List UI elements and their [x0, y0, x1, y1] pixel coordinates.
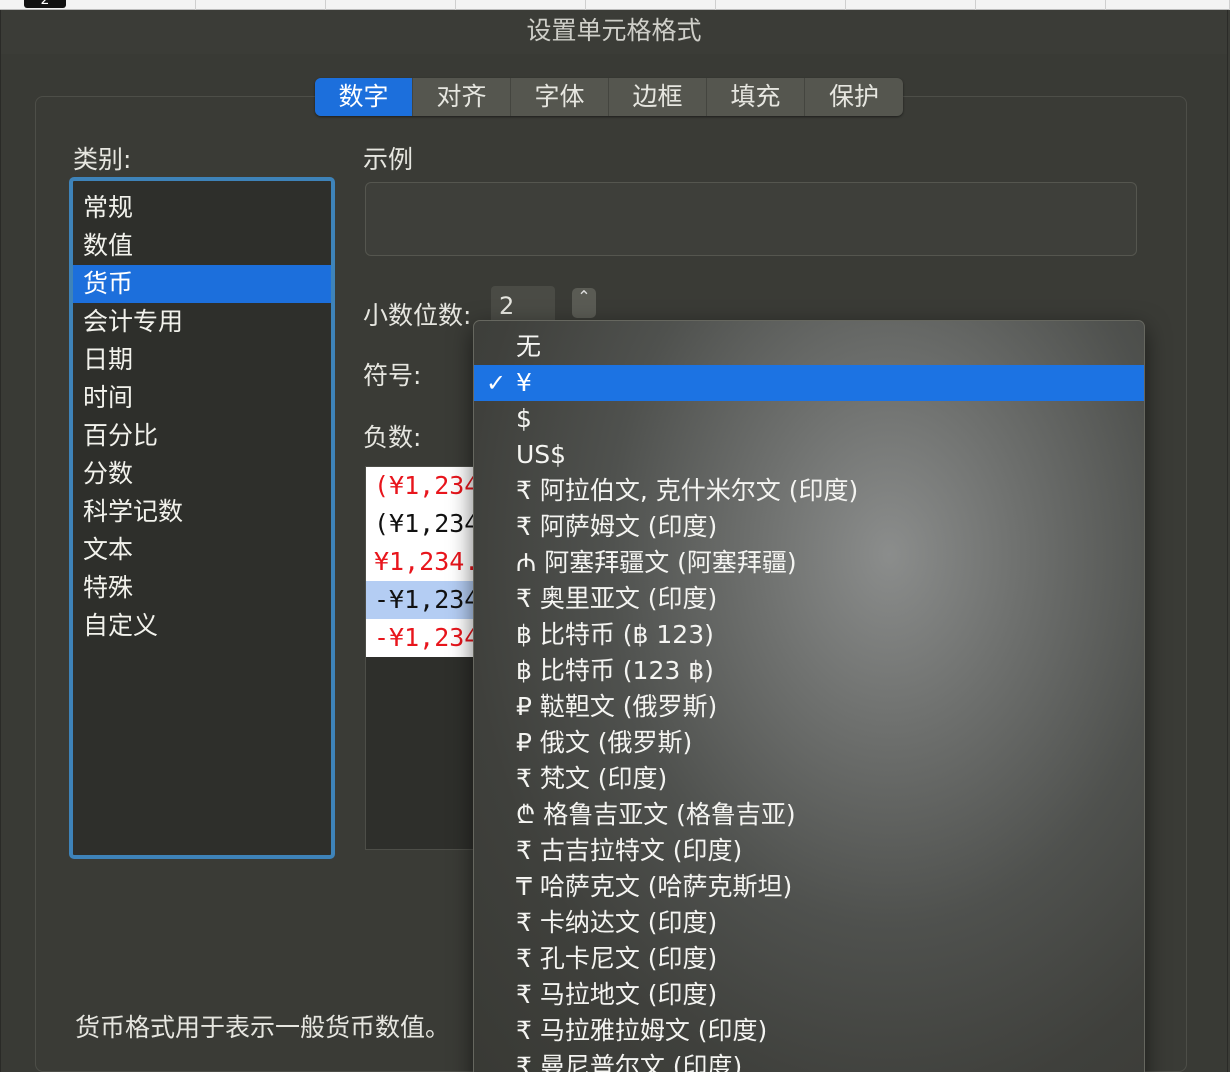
sheet-cell[interactable] — [1106, 0, 1230, 10]
currency-symbol-option-label: ₹ 马拉雅拉姆文 (印度) — [516, 1016, 768, 1045]
spreadsheet-header-strip: 2 — [0, 0, 1230, 10]
currency-symbol-option[interactable]: ₹ 马拉地文 (印度) — [474, 977, 1144, 1013]
category-item[interactable]: 文本 — [73, 531, 331, 569]
currency-symbol-option-label: ₹ 曼尼普尔文 (印度) — [516, 1052, 743, 1072]
sheet-cell[interactable] — [196, 0, 326, 10]
category-item[interactable]: 货币 — [73, 265, 331, 303]
currency-symbol-option[interactable]: ₾ 格鲁吉亚文 (格鲁吉亚) — [474, 797, 1144, 833]
format-cells-dialog: 设置单元格格式 数字 对齐 字体 边框 填充 保护 类别: 常规 数值 货币 会计专用 日期 时间百… — [0, 10, 1228, 1072]
category-label: 类别: — [73, 145, 132, 174]
sheet-cell[interactable] — [976, 0, 1106, 10]
currency-symbol-option-label: ₹ 奥里亚文 (印度) — [516, 584, 718, 613]
currency-symbol-option[interactable]: ฿ 比特币 (฿ 123) — [474, 617, 1144, 653]
currency-symbol-option[interactable]: ₽ 鞑靼文 (俄罗斯) — [474, 689, 1144, 725]
sheet-cell[interactable] — [716, 0, 846, 10]
tab-3[interactable]: 边框 — [609, 78, 707, 116]
currency-symbol-option-label: ¥ — [516, 368, 532, 397]
currency-symbol-option-label: ₽ 俄文 (俄罗斯) — [516, 728, 693, 757]
negative-numbers-label: 负数: — [363, 423, 422, 452]
currency-symbol-option[interactable]: ₹ 奥里亚文 (印度) — [474, 581, 1144, 617]
category-item[interactable]: 自定义 — [73, 607, 331, 645]
currency-symbol-option-label: ₼ 阿塞拜疆文 (阿塞拜疆) — [516, 548, 797, 577]
sheet-cell[interactable] — [326, 0, 456, 10]
currency-symbol-option[interactable]: ฿ 比特币 (123 ฿) — [474, 653, 1144, 689]
category-list[interactable]: 常规 数值 货币 会计专用 日期 时间 百分比 分数 科学记数 文本 特殊 自定义 — [69, 177, 335, 859]
currency-symbol-option-label: ₸ 哈萨克文 (哈萨克斯坦) — [516, 872, 793, 901]
currency-symbol-option-label: ₾ 格鲁吉亚文 (格鲁吉亚) — [516, 800, 796, 829]
currency-symbol-option-label: ₹ 卡纳达文 (印度) — [516, 908, 718, 937]
category-item[interactable]: 会计专用 — [73, 303, 331, 341]
currency-symbol-option-label: ฿ 比特币 (฿ 123) — [516, 620, 714, 649]
currency-symbol-option[interactable]: ₹ 阿拉伯文, 克什米尔文 (印度) — [474, 473, 1144, 509]
currency-symbol-option-label: $ — [516, 404, 532, 433]
category-item[interactable]: 百分比 — [73, 417, 331, 455]
category-item[interactable]: 特殊 — [73, 569, 331, 607]
category-item[interactable]: 分数 — [73, 455, 331, 493]
category-item[interactable]: 日期 — [73, 341, 331, 379]
currency-symbol-option-label: ₹ 马拉地文 (印度) — [516, 980, 718, 1009]
sample-preview — [365, 182, 1137, 256]
currency-symbol-option-label: ₽ 鞑靼文 (俄罗斯) — [516, 692, 718, 721]
category-item[interactable]: 科学记数 — [73, 493, 331, 531]
currency-symbol-option[interactable]: ₹ 卡纳达文 (印度) — [474, 905, 1144, 941]
currency-symbol-option[interactable]: ₸ 哈萨克文 (哈萨克斯坦) — [474, 869, 1144, 905]
currency-symbol-option[interactable]: ✓ ¥ — [474, 365, 1144, 401]
currency-symbol-option[interactable]: ₹ 阿萨姆文 (印度) — [474, 509, 1144, 545]
category-item[interactable]: 常规 — [73, 189, 331, 227]
category-description: 货币格式用于表示一般货币数值。 — [75, 1013, 451, 1042]
currency-symbol-option-label: 无 — [516, 332, 542, 361]
sheet-cell[interactable] — [846, 0, 976, 10]
currency-symbol-option-label: ₹ 阿拉伯文, 克什米尔文 (印度) — [516, 476, 859, 505]
currency-symbol-option[interactable]: ₼ 阿塞拜疆文 (阿塞拜疆) — [474, 545, 1144, 581]
sheet-cell[interactable] — [66, 0, 196, 10]
category-item[interactable]: 时间 — [73, 379, 331, 417]
currency-symbol-option[interactable]: ₹ 孔卡尼文 (印度) — [474, 941, 1144, 977]
excel-window: 2 设置单元格格式 数字 对齐 字体 边框 填充 保护 类别: 常规 数值 货币 会计专用 日期时… — [0, 0, 1230, 1072]
currency-symbol-option-label: US$ — [516, 440, 567, 469]
tab-0[interactable]: 数字 — [315, 78, 413, 116]
currency-symbol-option[interactable]: US$ — [474, 437, 1144, 473]
tab-4[interactable]: 填充 — [707, 78, 805, 116]
sheet-cell[interactable] — [586, 0, 716, 10]
currency-symbol-option[interactable]: ₹ 曼尼普尔文 (印度) — [474, 1049, 1144, 1072]
category-item[interactable]: 数值 — [73, 227, 331, 265]
dialog-title: 设置单元格格式 — [1, 10, 1227, 54]
tab-2[interactable]: 字体 — [511, 78, 609, 116]
currency-symbol-option[interactable]: ₽ 俄文 (俄罗斯) — [474, 725, 1144, 761]
currency-symbol-option[interactable]: ₹ 古吉拉特文 (印度) — [474, 833, 1144, 869]
currency-symbol-option[interactable]: 无 — [474, 329, 1144, 365]
currency-symbol-options: 无 ✓ ¥ $ US$ ₹ 阿拉伯文, 克什米尔文 (印度) ₹ 阿萨姆文 (印度) ₼ 阿塞… — [474, 329, 1144, 1072]
currency-symbol-option[interactable]: ₹ 马拉雅拉姆文 (印度) — [474, 1013, 1144, 1049]
sheet-cell[interactable] — [456, 0, 586, 10]
tab-1[interactable]: 对齐 — [413, 78, 511, 116]
currency-symbol-option[interactable]: ₹ 梵文 (印度) — [474, 761, 1144, 797]
currency-symbol-dropdown-menu[interactable]: 无 ✓ ¥ $ US$ ₹ 阿拉伯文, 克什米尔文 (印度) ₹ 阿萨姆文 (印度) ₼ 阿塞… — [473, 320, 1145, 1072]
symbol-label: 符号: — [363, 361, 422, 390]
currency-symbol-option-label: ₹ 孔卡尼文 (印度) — [516, 944, 718, 973]
checkmark-icon: ✓ — [485, 369, 507, 397]
chevron-up-icon[interactable]: ⌃ — [577, 287, 590, 306]
decimal-places-stepper[interactable]: ⌃ — [572, 288, 596, 318]
tab-5[interactable]: 保护 — [805, 78, 903, 116]
sample-label: 示例 — [363, 145, 414, 174]
decimal-places-label: 小数位数: — [363, 301, 472, 330]
currency-symbol-option-label: ฿ 比特币 (123 ฿) — [516, 656, 714, 685]
row-number-tag[interactable]: 2 — [24, 0, 66, 8]
tab-bar: 数字 对齐 字体 边框 填充 保护 — [315, 78, 903, 116]
currency-symbol-option-label: ₹ 古吉拉特文 (印度) — [516, 836, 743, 865]
currency-symbol-option[interactable]: $ — [474, 401, 1144, 437]
currency-symbol-option-label: ₹ 阿萨姆文 (印度) — [516, 512, 718, 541]
currency-symbol-option-label: ₹ 梵文 (印度) — [516, 764, 668, 793]
